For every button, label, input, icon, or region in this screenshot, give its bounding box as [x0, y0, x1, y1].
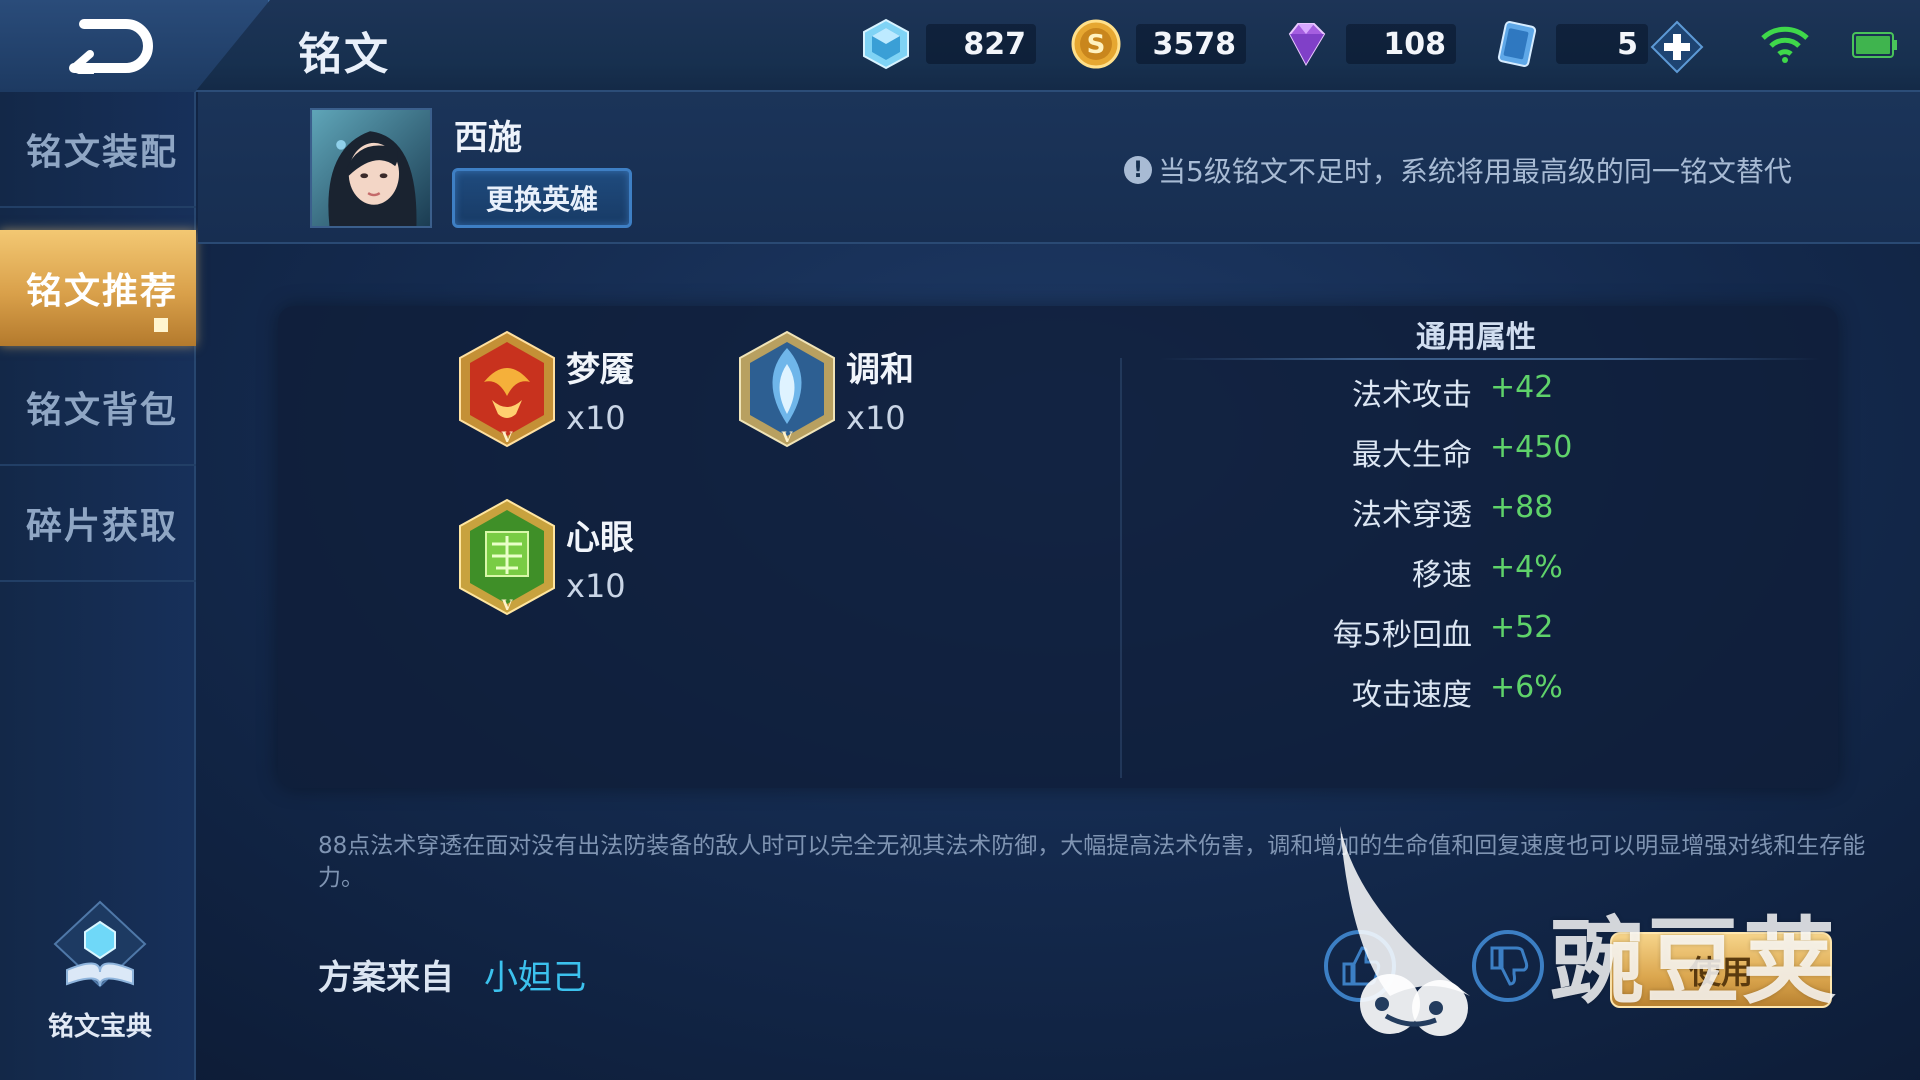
nightmare-rune-icon: V: [459, 330, 555, 448]
sidebar-item-equip[interactable]: 铭文装配: [0, 92, 196, 208]
rune-count: x10: [566, 566, 626, 605]
attribute-row: 法术攻击 +42: [1200, 370, 1760, 413]
rune-count: x10: [566, 398, 626, 437]
battery-icon: [1852, 32, 1897, 58]
attribute-label: 法术穿透: [1352, 498, 1472, 533]
crystal-currency: 827: [860, 18, 1036, 70]
sidebar-item-label: 铭文背包: [26, 390, 179, 431]
attribute-label: 每5秒回血: [1332, 618, 1472, 653]
notice: ! 当5级铭文不足时，系统将用最高级的同一铭文替代: [1124, 150, 1792, 190]
svg-text:V: V: [501, 598, 514, 614]
hero-portrait: [310, 108, 432, 228]
recommendation-description: 88点法术穿透在面对没有出法防装备的敌人时可以完全无视其法术防御，大幅提高法术伤…: [318, 833, 1866, 891]
book-icon: [53, 900, 147, 988]
source: 方案来自 小妲己: [318, 950, 586, 999]
codex-label: 铭文宝典: [47, 1012, 152, 1042]
rune-nightmare[interactable]: V 梦魇 x10: [456, 330, 634, 448]
crystal-icon: [863, 18, 909, 70]
attribute-label: 法术攻击: [1352, 378, 1472, 413]
diamond-icon: [1288, 23, 1326, 67]
attribute-row: 法术穿透 +88: [1200, 490, 1760, 533]
dislike-button[interactable]: [1470, 928, 1546, 1004]
svg-text:V: V: [501, 430, 514, 446]
attribute-row: 攻击速度 +6%: [1200, 670, 1760, 713]
attribute-row: 移速 +4%: [1200, 550, 1760, 593]
attribute-value: +450: [1490, 430, 1573, 465]
attribute-value: +4%: [1490, 550, 1563, 585]
harmony-rune-icon: V: [739, 330, 835, 448]
gold-value: 3578: [1136, 24, 1246, 64]
diamond-value: 108: [1346, 24, 1456, 64]
rune-count: x10: [846, 398, 906, 437]
rune-name: 梦魇: [566, 349, 634, 390]
attribute-value: +88: [1490, 490, 1554, 525]
source-author-link[interactable]: 小妲己: [484, 950, 586, 999]
attribute-value: +52: [1490, 610, 1554, 645]
card-currency: 5: [1490, 20, 1648, 68]
svg-text:V: V: [781, 430, 794, 446]
diamond-currency: 108: [1280, 20, 1456, 68]
gold-currency: S 3578: [1070, 19, 1246, 69]
attribute-value: +6%: [1490, 670, 1563, 705]
card-value: 5: [1556, 24, 1648, 64]
sidebar-item-label: 铭文推荐: [26, 271, 179, 312]
sidebar-item-recommend[interactable]: 铭文推荐: [0, 230, 196, 346]
add-currency-button[interactable]: [1650, 20, 1704, 74]
attribute-label: 移速: [1412, 558, 1472, 593]
page-title: 铭文: [298, 29, 390, 80]
crystal-value: 827: [926, 24, 1036, 64]
card-icon: [1497, 21, 1537, 67]
mind-eye-rune-icon: V: [459, 498, 555, 616]
use-button[interactable]: 使用: [1610, 932, 1832, 1008]
back-arrow-icon[interactable]: [66, 18, 156, 74]
attribute-value: +42: [1490, 370, 1554, 405]
rune-name: 心眼: [566, 517, 634, 558]
like-button[interactable]: [1322, 928, 1398, 1004]
sidebar-item-label: 铭文装配: [26, 132, 179, 173]
notice-text: 当5级铭文不足时，系统将用最高级的同一铭文替代: [1158, 155, 1792, 188]
rune-name: 调和: [846, 349, 914, 390]
panel-divider: [1120, 358, 1122, 778]
attribute-row: 最大生命 +450: [1200, 430, 1760, 473]
svg-text:S: S: [1087, 30, 1106, 60]
rune-mind-eye[interactable]: V 心眼 x10: [456, 498, 634, 616]
gold-coin-icon: S: [1071, 19, 1121, 69]
info-icon: !: [1124, 156, 1152, 184]
sidebar-item-backpack[interactable]: 铭文背包: [0, 350, 196, 466]
sidebar-item-label: 碎片获取: [26, 506, 179, 547]
sidebar-item-fragments[interactable]: 碎片获取: [0, 466, 196, 582]
source-label: 方案来自: [318, 958, 454, 998]
wifi-icon: [1761, 26, 1809, 63]
rune-harmony[interactable]: V 调和 x10: [736, 330, 914, 448]
change-hero-button[interactable]: 更换英雄: [452, 168, 632, 228]
attributes-divider: [1160, 358, 1820, 360]
hero-name: 西施: [454, 118, 522, 158]
attributes-title: 通用属性: [1416, 320, 1536, 355]
attribute-label: 攻击速度: [1352, 678, 1472, 713]
active-indicator: [154, 318, 168, 332]
attribute-label: 最大生命: [1352, 438, 1472, 473]
codex-button[interactable]: 铭文宝典: [30, 900, 170, 1043]
attribute-row: 每5秒回血 +52: [1200, 610, 1760, 653]
